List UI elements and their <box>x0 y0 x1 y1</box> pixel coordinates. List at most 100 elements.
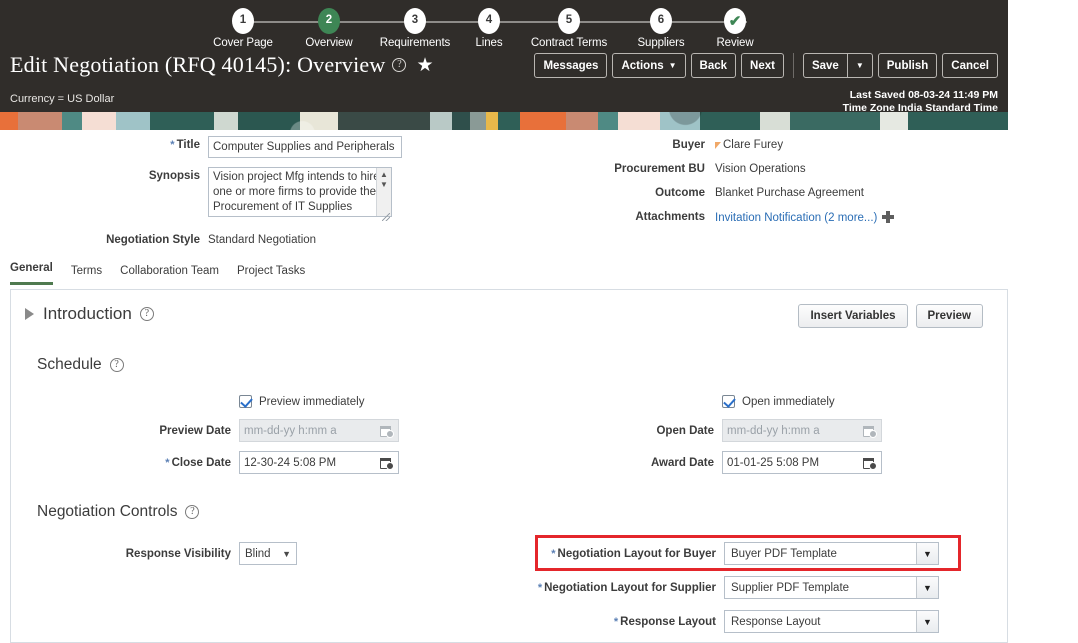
synopsis-textarea[interactable]: Vision project Mfg intends to hire one o… <box>208 167 392 217</box>
open-immediately-checkbox[interactable] <box>722 395 735 408</box>
outcome-value: Blanket Purchase Agreement <box>715 187 864 199</box>
required-indicator: * <box>537 581 543 594</box>
tab-collaboration-team[interactable]: Collaboration Team <box>120 265 219 285</box>
award-date-field[interactable]: 01-01-25 5:08 PM <box>722 451 882 474</box>
train-bubble: 6 <box>650 8 672 34</box>
field-title: * Title <box>0 136 430 158</box>
insert-variables-button[interactable]: Insert Variables <box>798 304 908 328</box>
train-step-review[interactable]: ✔ Review <box>704 8 766 49</box>
layout-supplier-select[interactable]: Supplier PDF Template ▼ <box>724 576 939 599</box>
general-tab-panel: Introduction ? Insert Variables Preview … <box>10 289 1008 643</box>
synopsis-wrapper: Vision project Mfg intends to hire one o… <box>208 167 392 222</box>
disclosure-triangle-icon[interactable] <box>25 308 34 320</box>
train-step-label: Lines <box>475 37 503 49</box>
synopsis-scrollbar[interactable]: ▲ ▼ <box>376 168 391 216</box>
open-date-field[interactable]: mm-dd-yy h:mm a <box>722 419 882 442</box>
tab-terms[interactable]: Terms <box>71 265 102 285</box>
help-icon[interactable]: ? <box>109 358 124 372</box>
resize-grip-icon[interactable] <box>382 213 390 221</box>
open-immediately-row: Open immediately <box>722 395 991 408</box>
help-icon[interactable]: ? <box>185 505 200 519</box>
help-icon[interactable]: ? <box>139 307 154 321</box>
back-button[interactable]: Back <box>690 53 737 78</box>
next-button-label: Next <box>750 59 775 72</box>
response-visibility-select[interactable]: Blind ▼ <box>239 542 297 565</box>
train-step-cover-page[interactable]: 1 Cover Page <box>200 8 286 49</box>
header-button-group: Messages Actions ▼ Back Next Save ▼ Publ… <box>534 53 998 78</box>
page-title: Edit Negotiation (RFQ 40145): Overview <box>10 52 386 77</box>
chevron-down-icon[interactable]: ▼ <box>916 577 938 598</box>
close-date-label-text: Close Date <box>171 456 231 469</box>
train-step-label: Review <box>716 37 754 49</box>
chevron-down-icon[interactable]: ▼ <box>916 611 938 632</box>
layout-supplier-row: * Negotiation Layout for Supplier Supplie… <box>481 576 1001 599</box>
field-buyer: Buyer Clare Furey <box>590 136 1010 151</box>
preview-date-value: mm-dd-yy h:mm a <box>244 424 337 437</box>
cancel-button[interactable]: Cancel <box>942 53 998 78</box>
award-date-value: 01-01-25 5:08 PM <box>727 456 820 469</box>
response-layout-select[interactable]: Response Layout ▼ <box>724 610 939 633</box>
negotiation-controls-section-header: Negotiation Controls ? <box>37 503 200 521</box>
attachments-link[interactable]: Invitation Notification (2 more...) <box>715 212 877 224</box>
close-date-field[interactable]: 12-30-24 5:08 PM <box>239 451 399 474</box>
negotiation-style-label: Negotiation Style <box>106 234 200 246</box>
preview-date-row: Preview Date mm-dd-yy h:mm a <box>11 419 411 442</box>
field-negotiation-style: Negotiation Style Standard Negotiation <box>0 231 430 246</box>
help-icon[interactable]: ? <box>392 58 407 72</box>
scroll-down-icon[interactable]: ▼ <box>380 180 388 190</box>
app-page: 1 Cover Page 2 Overview 3 Requirements 4… <box>0 0 1078 643</box>
train-step-requirements[interactable]: 3 Requirements <box>372 8 458 49</box>
calendar-icon[interactable] <box>863 424 877 438</box>
close-date-value: 12-30-24 5:08 PM <box>244 456 337 469</box>
required-indicator: * <box>165 456 170 469</box>
award-date-label: Award Date <box>650 456 714 469</box>
preview-button[interactable]: Preview <box>915 304 983 328</box>
save-menu-button[interactable]: ▼ <box>848 54 872 77</box>
train-step-suppliers[interactable]: 6 Suppliers <box>618 8 704 49</box>
tab-general[interactable]: General <box>10 262 53 285</box>
save-button[interactable]: Save <box>804 54 847 77</box>
open-date-label: Open Date <box>656 424 714 437</box>
preview-date-label: Preview Date <box>159 424 231 437</box>
publish-button[interactable]: Publish <box>877 53 938 78</box>
required-indicator: * <box>551 547 556 560</box>
response-layout-value: Response Layout <box>731 615 821 628</box>
synopsis-label: Synopsis <box>148 170 200 182</box>
calendar-icon[interactable] <box>380 456 394 470</box>
chevron-down-icon: ▼ <box>282 548 291 559</box>
calendar-icon[interactable] <box>863 456 877 470</box>
preview-date-field[interactable]: mm-dd-yy h:mm a <box>239 419 399 442</box>
next-button[interactable]: Next <box>741 53 784 78</box>
introduction-section-header[interactable]: Introduction ? <box>25 304 154 324</box>
response-visibility-value: Blind <box>245 547 271 560</box>
calendar-icon[interactable] <box>380 424 394 438</box>
layout-buyer-select[interactable]: Buyer PDF Template ▼ <box>724 542 939 565</box>
back-button-label: Back <box>699 59 728 72</box>
field-attachments: Attachments Invitation Notification (2 m… <box>590 208 1010 224</box>
award-date-row: Award Date 01-01-25 5:08 PM <box>491 451 991 474</box>
train-bubble: 3 <box>404 8 426 34</box>
title-input[interactable] <box>208 136 402 158</box>
chevron-down-icon[interactable]: ▼ <box>916 543 938 564</box>
layout-supplier-label-text: Negotiation Layout for Supplier <box>544 581 716 594</box>
page-header: 1 Cover Page 2 Overview 3 Requirements 4… <box>0 0 1008 114</box>
required-indicator: * <box>170 139 175 151</box>
train-step-contract-terms[interactable]: 5 Contract Terms <box>520 8 618 49</box>
open-date-row: Open Date mm-dd-yy h:mm a <box>491 419 991 442</box>
wizard-train: 1 Cover Page 2 Overview 3 Requirements 4… <box>200 8 820 54</box>
actions-button[interactable]: Actions ▼ <box>612 53 686 78</box>
messages-button[interactable]: Messages <box>534 53 608 78</box>
train-step-lines[interactable]: 4 Lines <box>458 8 520 49</box>
preview-immediately-checkbox[interactable] <box>239 395 252 408</box>
schedule-left-fields: Preview immediately Preview Date mm-dd-y… <box>11 395 411 483</box>
train-bubble: 1 <box>232 8 254 34</box>
tab-project-tasks[interactable]: Project Tasks <box>237 265 305 285</box>
add-attachment-icon[interactable] <box>882 211 895 223</box>
field-procurement-bu: Procurement BU Vision Operations <box>590 160 1010 175</box>
star-icon[interactable]: ★ <box>416 56 433 75</box>
scroll-up-icon[interactable]: ▲ <box>380 170 388 180</box>
response-layout-label-text: Response Layout <box>620 615 716 628</box>
train-step-label: Suppliers <box>637 37 685 49</box>
train-step-overview[interactable]: 2 Overview <box>286 8 372 49</box>
content-tabs: General Terms Collaboration Team Project… <box>10 262 305 285</box>
